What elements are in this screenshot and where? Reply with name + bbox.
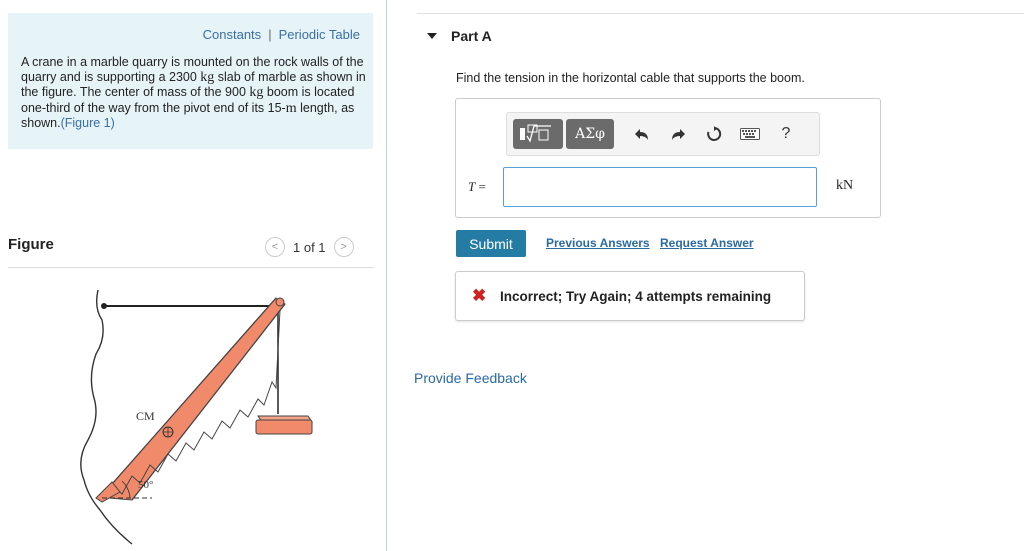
provide-feedback-link[interactable]: Provide Feedback bbox=[414, 370, 527, 386]
answer-variable-label: T = bbox=[468, 179, 486, 195]
part-a-toggle[interactable]: Part A bbox=[427, 28, 492, 44]
sqrt-template-icon bbox=[520, 124, 551, 143]
figure-page-count: 1 of 1 bbox=[293, 239, 326, 255]
boom-tip-pulley bbox=[275, 297, 285, 307]
redo-icon bbox=[672, 129, 685, 140]
request-answer-link[interactable]: Request Answer bbox=[660, 236, 754, 250]
chevron-right-icon: > bbox=[340, 241, 347, 253]
cable-wall-anchor bbox=[101, 303, 107, 309]
periodic-table-link[interactable]: Periodic Table bbox=[279, 27, 360, 42]
templates-button[interactable] bbox=[513, 119, 563, 149]
problem-intro-box: Constants | Periodic Table A crane in a ma… bbox=[8, 13, 373, 149]
help-button[interactable]: ? bbox=[768, 119, 804, 149]
part-a-title: Part A bbox=[451, 28, 492, 44]
keyboard-icon bbox=[740, 128, 760, 140]
reset-button[interactable] bbox=[696, 119, 732, 149]
unit-m: m bbox=[285, 100, 297, 116]
math-toolbar: ΑΣφ ? bbox=[506, 112, 820, 156]
x-icon: ✖ bbox=[472, 286, 487, 305]
feedback-message: Incorrect; Try Again; 4 attempts remaini… bbox=[500, 289, 772, 304]
greek-symbols-button[interactable]: ΑΣφ bbox=[566, 119, 614, 149]
marble-slab bbox=[255, 415, 313, 435]
undo-button[interactable] bbox=[624, 119, 660, 149]
right-panel: Part A Find the tension in the horizonta… bbox=[387, 0, 1024, 551]
equals-sign: = bbox=[475, 179, 486, 194]
previous-answers-link[interactable]: Previous Answers bbox=[546, 236, 650, 250]
submit-button[interactable]: Submit bbox=[456, 230, 526, 257]
unit-kg-2: kg bbox=[249, 85, 264, 100]
answer-unit: kN bbox=[836, 178, 854, 193]
crane-figure: CM 50° bbox=[80, 289, 313, 545]
links-separator: | bbox=[268, 27, 272, 42]
keyboard-button[interactable] bbox=[732, 119, 768, 149]
part-top-rule bbox=[417, 13, 1024, 14]
tension-answer-input[interactable] bbox=[503, 167, 817, 207]
chevron-left-icon: < bbox=[271, 241, 279, 253]
answer-box: ΑΣφ ? T = kN bbox=[455, 98, 881, 218]
question-text: Find the tension in the horizontal cable… bbox=[456, 71, 805, 85]
cm-label: CM bbox=[136, 409, 155, 423]
caret-down-icon bbox=[427, 33, 437, 39]
feedback-message-box: ✖ Incorrect; Try Again; 4 attempts remai… bbox=[455, 271, 805, 321]
problem-statement: A crane in a marble quarry is mounted on… bbox=[21, 55, 366, 131]
resource-links: Constants | Periodic Table bbox=[203, 27, 360, 42]
reset-icon bbox=[707, 126, 722, 141]
figure-heading: Figure bbox=[8, 236, 54, 253]
angle-label: 50° bbox=[138, 479, 153, 491]
rock-wall bbox=[80, 289, 133, 545]
figure-divider bbox=[8, 267, 374, 268]
figure-pager: < 1 of 1 > bbox=[265, 237, 354, 257]
undo-icon bbox=[635, 129, 648, 140]
next-figure-button[interactable]: > bbox=[333, 237, 354, 257]
constants-link[interactable]: Constants bbox=[203, 27, 262, 42]
prev-figure-button[interactable]: < bbox=[265, 237, 285, 257]
unit-kg: kg bbox=[200, 69, 215, 85]
crane-boom bbox=[96, 297, 286, 501]
figure-1-link[interactable]: (Figure 1) bbox=[61, 116, 115, 130]
left-panel: Constants | Periodic Table A crane in a ma… bbox=[0, 0, 385, 551]
redo-button[interactable] bbox=[660, 119, 696, 149]
